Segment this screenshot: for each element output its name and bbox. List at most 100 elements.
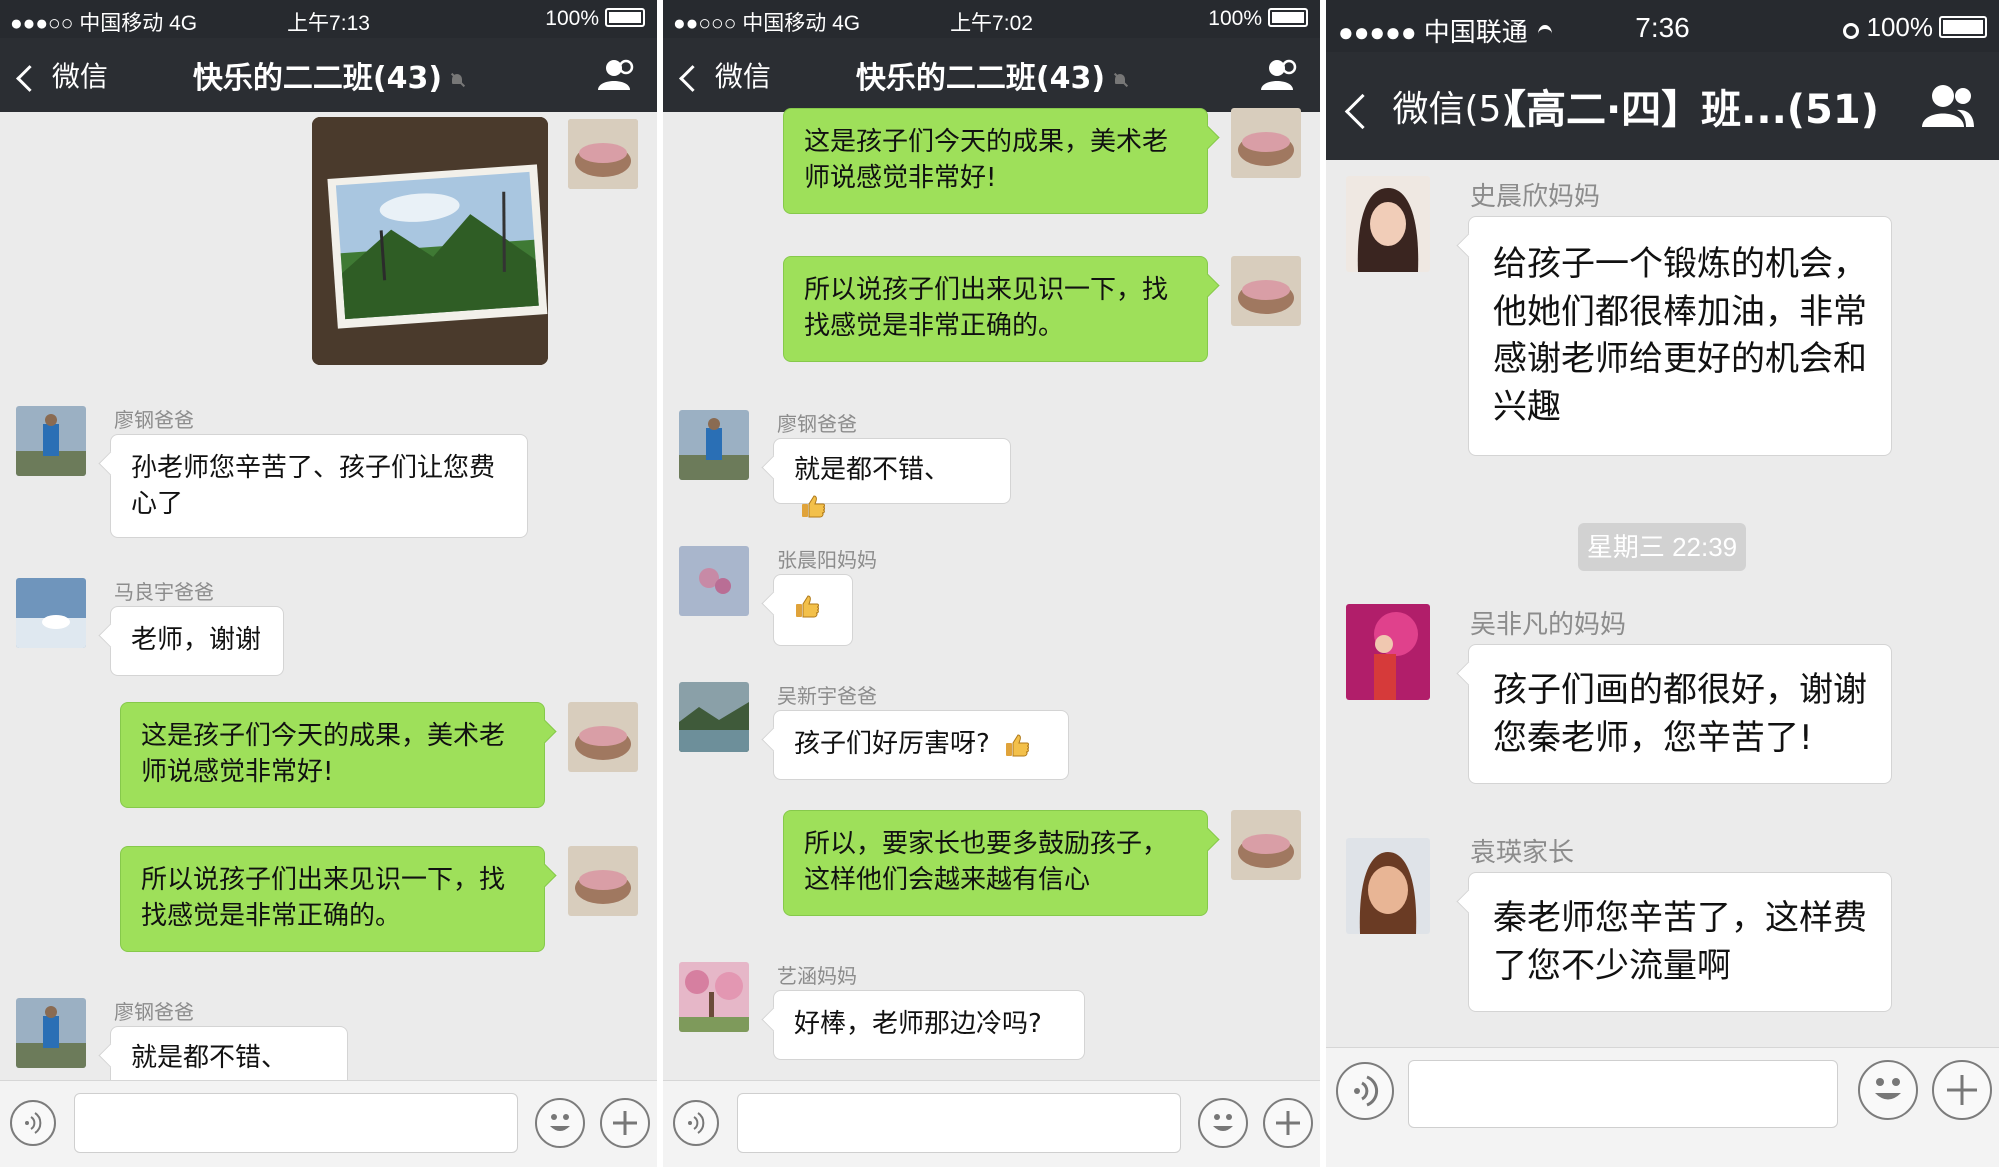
sender-name: 艺涵妈妈: [777, 964, 857, 988]
sender-avatar[interactable]: [16, 578, 86, 648]
sender-name: 吴新宇爸爸: [777, 684, 877, 708]
message-row: 马良宇爸爸 老师，谢谢: [0, 568, 657, 678]
sender-name: 廖钢爸爸: [114, 408, 194, 432]
more-button[interactable]: [1932, 1060, 1992, 1120]
message-row: 所以说孩子们出来见识一下，找找感觉是非常正确的。: [663, 254, 1320, 366]
message-text: 孩子们画的都很好，谢谢您秦老师，您辛苦了!: [1493, 670, 1867, 758]
group-members-icon[interactable]: [1919, 83, 1975, 129]
message-bubble[interactable]: [773, 574, 853, 646]
message-input[interactable]: [1408, 1060, 1838, 1128]
message-text: 孩子们好厉害呀?: [794, 729, 990, 759]
sender-avatar[interactable]: [679, 546, 749, 616]
emoji-button[interactable]: [1858, 1060, 1918, 1120]
more-button[interactable]: [600, 1098, 650, 1148]
sender-avatar[interactable]: [16, 406, 86, 476]
my-avatar[interactable]: [1231, 810, 1301, 880]
nav-bar: 微信(5) 【高二·四】班...(51): [1326, 52, 1999, 160]
message-text: 就是都不错、: [131, 1043, 288, 1073]
battery-status: 100%: [1208, 7, 1308, 31]
chat-title: 快乐的二二班(43): [663, 53, 1320, 97]
sender-avatar[interactable]: [679, 410, 749, 480]
message-row: 这是孩子们今天的成果，美术老师说感觉非常好!: [0, 700, 657, 812]
message-row: 所以说孩子们出来见识一下，找找感觉是非常正确的。: [0, 844, 657, 956]
message-bubble[interactable]: 秦老师您辛苦了，这样费了您不少流量啊: [1468, 872, 1892, 1012]
time-divider: 星期三 22:39: [1578, 523, 1746, 571]
emoji-button[interactable]: [535, 1098, 585, 1148]
emoji-button[interactable]: [1198, 1098, 1248, 1148]
sender-avatar[interactable]: [1346, 604, 1430, 700]
message-bubble[interactable]: 所以，要家长也要多鼓励孩子，这样他们会越来越有信心: [783, 810, 1208, 916]
sender-name: 袁瑛家长: [1470, 838, 1575, 868]
chat-screen-1: ●●●○○ 中国移动 4G 上午7:13 100% 微信 快乐的二二班(43): [0, 0, 657, 1167]
input-bar: [1326, 1047, 1999, 1167]
message-row: 吴非凡的妈妈 孩子们画的都很好，谢谢您秦老师，您辛苦了!: [1326, 604, 1999, 784]
group-members-icon[interactable]: [1256, 58, 1298, 92]
group-name: 快乐的二二班(43): [192, 61, 443, 96]
message-row: 廖钢爸爸 就是都不错、: [663, 396, 1320, 518]
message-bubble[interactable]: 孩子们好厉害呀?: [773, 710, 1069, 780]
voice-button[interactable]: [10, 1100, 56, 1146]
message-row: 廖钢爸爸 孙老师您辛苦了、孩子们让您费心了: [0, 396, 657, 538]
sender-avatar[interactable]: [1346, 838, 1430, 934]
message-bubble[interactable]: 这是孩子们今天的成果，美术老师说感觉非常好!: [120, 702, 545, 808]
sender-name: 廖钢爸爸: [114, 1000, 194, 1024]
more-button[interactable]: [1263, 1098, 1313, 1148]
my-avatar[interactable]: [1231, 256, 1301, 326]
message-bubble[interactable]: 好棒，老师那边冷吗?: [773, 990, 1085, 1060]
sender-avatar[interactable]: [1346, 176, 1430, 272]
status-bar: ●●●○○ 中国移动 4G 上午7:13 100%: [0, 0, 657, 38]
sender-avatar[interactable]: [679, 682, 749, 752]
message-bubble[interactable]: 孙老师您辛苦了、孩子们让您费心了: [110, 434, 528, 538]
message-list[interactable]: 这是孩子们今天的成果，美术老师说感觉非常好! 所以说孩子们出来见识一下，找找感觉…: [663, 108, 1320, 1080]
my-avatar[interactable]: [568, 119, 638, 189]
message-list[interactable]: 史晨欣妈妈 给孩子一个锻炼的机会，他她们都很棒加油，非常感谢老师给更好的机会和兴…: [1326, 160, 1999, 1047]
message-row: 袁瑛家长 秦老师您辛苦了，这样费了您不少流量啊: [1326, 832, 1999, 1012]
battery-icon: [1268, 8, 1308, 27]
battery-icon: [605, 8, 645, 27]
voice-button[interactable]: [1336, 1062, 1394, 1120]
voice-icon: [25, 1112, 42, 1134]
message-input[interactable]: [74, 1093, 518, 1153]
message-row: 所以，要家长也要多鼓励孩子，这样他们会越来越有信心: [663, 808, 1320, 920]
chat-screen-2: ●●○○○ 中国移动 4G 上午7:02 100% 微信 快乐的二二班(43) …: [663, 0, 1320, 1167]
message-row: 这是孩子们今天的成果，美术老师说感觉非常好!: [663, 108, 1320, 222]
message-bubble[interactable]: 孩子们画的都很好，谢谢您秦老师，您辛苦了!: [1468, 644, 1892, 784]
my-avatar[interactable]: [1231, 108, 1301, 178]
message-input[interactable]: [737, 1093, 1181, 1153]
message-bubble[interactable]: 这是孩子们今天的成果，美术老师说感觉非常好!: [783, 108, 1208, 214]
my-avatar[interactable]: [568, 702, 638, 772]
chat-title: 【高二·四】班...(51): [1485, 87, 1879, 133]
sender-name: 马良宇爸爸: [114, 580, 214, 604]
sender-name: 史晨欣妈妈: [1470, 182, 1601, 212]
message-text: 这是孩子们今天的成果，美术老师说感觉非常好!: [804, 127, 1169, 193]
thumbs-up-icon: [802, 495, 825, 518]
nav-bar: 微信 快乐的二二班(43): [0, 38, 657, 112]
message-bubble[interactable]: 所以说孩子们出来见识一下，找找感觉是非常正确的。: [783, 256, 1208, 362]
message-list[interactable]: 廖钢爸爸 孙老师您辛苦了、孩子们让您费心了 马良宇爸爸 老师，谢谢 这是孩子们今…: [0, 112, 657, 1106]
smiley-icon: [1213, 1114, 1233, 1131]
input-bar: [663, 1080, 1320, 1167]
sender-name: 吴非凡的妈妈: [1470, 610, 1627, 640]
message-bubble[interactable]: 给孩子一个锻炼的机会，他她们都很棒加油，非常感谢老师给更好的机会和兴趣: [1468, 216, 1892, 456]
message-text: 所以说孩子们出来见识一下，找找感觉是非常正确的。: [141, 865, 506, 931]
plus-icon: [1276, 1111, 1300, 1135]
message-row: 张晨阳妈妈: [663, 532, 1320, 648]
message-bubble[interactable]: 老师，谢谢: [110, 606, 284, 676]
message-bubble[interactable]: 所以说孩子们出来见识一下，找找感觉是非常正确的。: [120, 846, 545, 952]
message-row: 吴新宇爸爸 孩子们好厉害呀?: [663, 668, 1320, 784]
message-bubble[interactable]: 就是都不错、: [773, 438, 1011, 518]
thumbs-up-icon: [796, 595, 819, 618]
painting-photo[interactable]: [312, 117, 548, 365]
sender-avatar[interactable]: [16, 998, 86, 1068]
battery-status: 100%: [545, 7, 645, 31]
mute-icon: [450, 73, 464, 87]
message-row: 艺涵妈妈 好棒，老师那边冷吗?: [663, 948, 1320, 1060]
battery-icon: [1939, 16, 1987, 38]
message-text: 老师，谢谢: [131, 625, 262, 655]
group-members-icon[interactable]: [593, 58, 635, 92]
group-name: 快乐的二二班(43): [855, 61, 1106, 96]
message-text: 这是孩子们今天的成果，美术老师说感觉非常好!: [141, 721, 506, 787]
sender-avatar[interactable]: [679, 962, 749, 1032]
my-avatar[interactable]: [568, 846, 638, 916]
voice-button[interactable]: [673, 1100, 719, 1146]
